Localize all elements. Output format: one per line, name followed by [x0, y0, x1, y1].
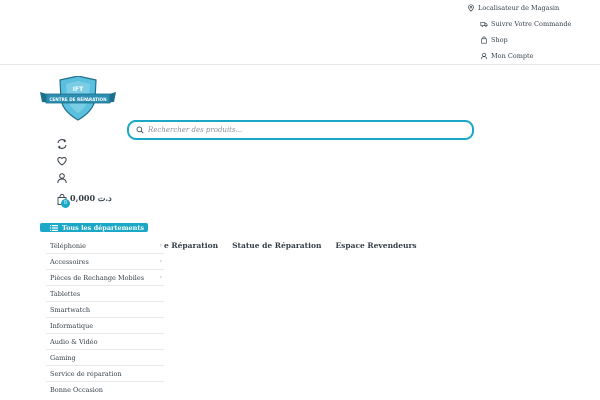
department-item[interactable]: Téléphonie ›	[46, 238, 164, 254]
search-input[interactable]	[148, 126, 448, 134]
map-marker-icon	[468, 4, 474, 12]
top-links: Localisateur de Magasin Suivre Votre Com…	[467, 0, 571, 64]
cart-count-badge: 0	[61, 199, 70, 208]
department-item[interactable]: Gaming	[46, 350, 164, 366]
heart-icon[interactable]	[56, 155, 68, 167]
shield-logo-icon: CENTRE DE RÉPARATION IFT	[40, 75, 116, 121]
my-account-link[interactable]: Mon Compte	[467, 48, 571, 64]
department-label: Informatique	[50, 321, 94, 330]
main-nav: e Réparation Statue de Réparation Espace…	[164, 241, 417, 250]
department-label: Audio & Vidéo	[50, 337, 98, 346]
chevron-right-icon: ›	[159, 258, 162, 265]
header-icons	[56, 138, 68, 189]
compare-icon[interactable]	[56, 138, 68, 150]
department-label: Gaming	[50, 353, 76, 362]
logo-banner-text: CENTRE DE RÉPARATION	[49, 97, 107, 102]
departments-list: Téléphonie › Accessoires › Pièces de Recha…	[46, 238, 164, 397]
chevron-right-icon: ›	[159, 242, 162, 249]
department-label: Tablettes	[50, 289, 81, 298]
track-order-label: Suivre Votre Commande	[491, 20, 572, 28]
department-label: Accessoires	[50, 257, 89, 266]
nav-item-reparation[interactable]: e Réparation	[164, 241, 218, 250]
department-item[interactable]: Bonne Occasion	[46, 382, 164, 397]
department-label: Pièces de Rechange Mobiles	[50, 273, 145, 282]
chevron-right-icon: ›	[159, 274, 162, 281]
list-icon	[50, 224, 58, 231]
store-locator-label: Localisateur de Magasin	[478, 4, 560, 12]
department-item[interactable]: Service de réparation	[46, 366, 164, 382]
account-icon[interactable]	[56, 172, 68, 184]
department-item[interactable]: Informatique	[46, 318, 164, 334]
department-label: Téléphonie	[50, 241, 86, 250]
nav-item-espace-revendeurs[interactable]: Espace Revendeurs	[335, 241, 416, 250]
track-order-link[interactable]: Suivre Votre Commande	[467, 16, 571, 32]
department-item[interactable]: Tablettes	[46, 286, 164, 302]
department-item[interactable]: Accessoires ›	[46, 254, 164, 270]
user-icon	[480, 52, 488, 60]
department-item[interactable]: Smartwatch	[46, 302, 164, 318]
shop-label: Shop	[491, 36, 508, 44]
top-bar: Localisateur de Magasin Suivre Votre Com…	[0, 0, 600, 65]
logo-top-text: IFT	[73, 86, 84, 93]
site-logo[interactable]: CENTRE DE RÉPARATION IFT	[40, 75, 116, 122]
store-locator-link[interactable]: Localisateur de Magasin	[467, 0, 571, 16]
truck-icon	[480, 22, 488, 27]
all-departments-button[interactable]: Tous les départements	[40, 223, 148, 232]
shopping-bag-icon	[481, 36, 487, 44]
department-label: Smartwatch	[50, 305, 91, 314]
my-account-label: Mon Compte	[491, 52, 534, 60]
shop-link[interactable]: Shop	[467, 32, 571, 48]
search-icon	[136, 126, 144, 134]
department-label: Service de réparation	[50, 369, 122, 378]
department-item[interactable]: Pièces de Rechange Mobiles ›	[46, 270, 164, 286]
all-departments-label: Tous les départements	[62, 223, 145, 232]
department-item[interactable]: Audio & Vidéo	[46, 334, 164, 350]
nav-item-statue-reparation[interactable]: Statue de Réparation	[232, 241, 321, 250]
search-bar	[127, 120, 474, 140]
cart-button[interactable]: 0 0,000 د.ت	[57, 190, 112, 208]
cart-amount: 0,000 د.ت	[70, 193, 112, 203]
department-label: Bonne Occasion	[50, 385, 103, 394]
